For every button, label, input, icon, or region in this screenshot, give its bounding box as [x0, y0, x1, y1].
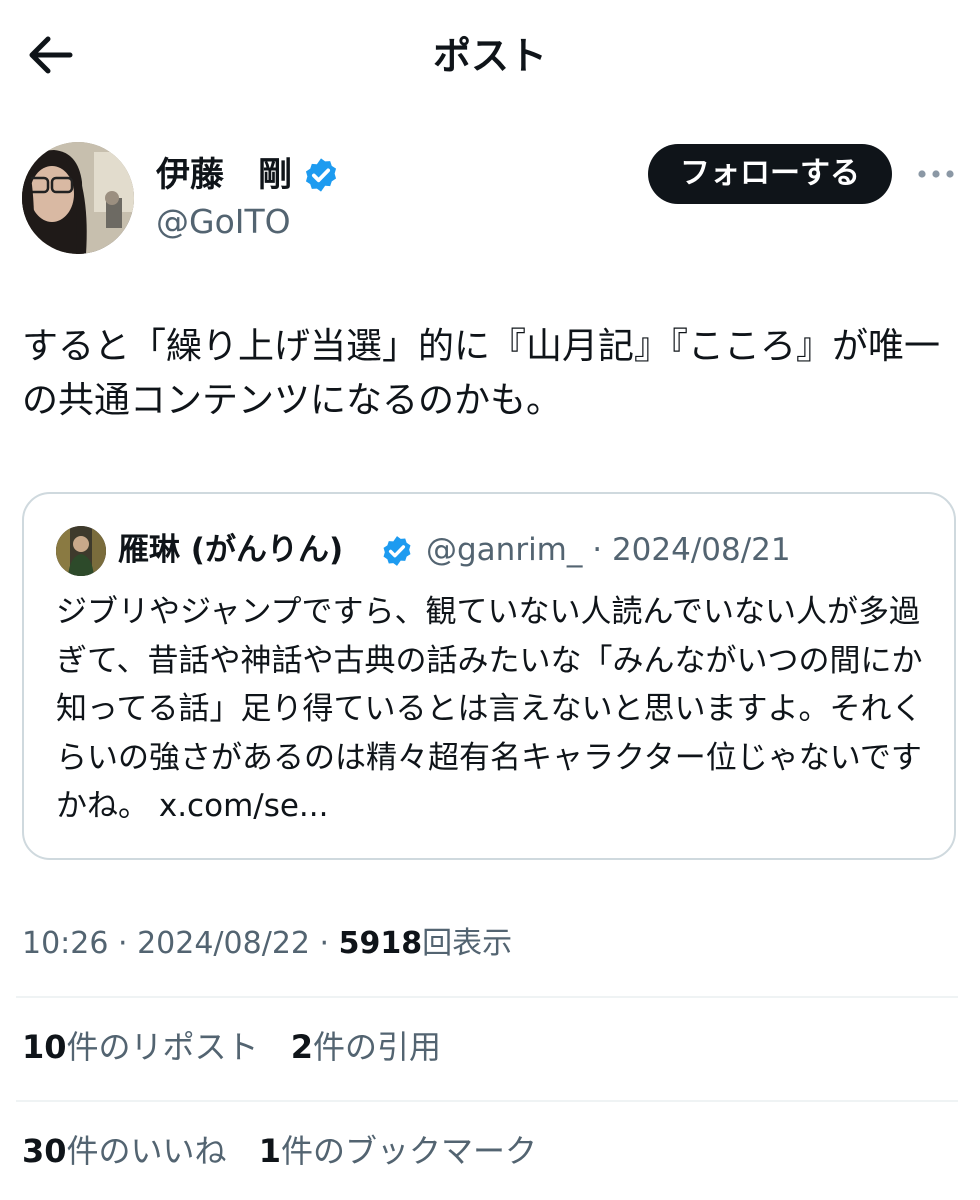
post-metadata: 10:26 · 2024/08/22 · 5918回表示: [22, 922, 512, 966]
quoted-author-avatar: [56, 526, 106, 576]
quoted-post-link[interactable]: x.com/se...: [159, 788, 329, 824]
bookmark-count: 1: [258, 1132, 281, 1170]
view-count: 5918: [338, 926, 423, 961]
quote-count: 2: [290, 1028, 313, 1066]
quote-label: 件の引用: [312, 1028, 441, 1066]
verified-badge-icon: [380, 534, 414, 568]
repost-label: 件のリポスト: [66, 1028, 259, 1066]
bookmarks-stat[interactable]: 1件のブックマーク: [259, 1132, 537, 1170]
divider: [16, 1100, 958, 1102]
author-avatar[interactable]: [22, 142, 134, 254]
view-count-label: 回表示: [422, 926, 513, 961]
reposts-stat[interactable]: 10件のリポスト: [22, 1028, 259, 1066]
more-horizontal-icon: [918, 170, 954, 178]
quoted-post-text: ジブリやジャンプですら、観ていない人読んでいない人が多過ぎて、昔話や神話や古典の…: [56, 588, 936, 831]
follow-button[interactable]: フォローする: [648, 144, 892, 204]
like-count: 30: [22, 1132, 67, 1170]
quoted-post-meta: @ganrim_ · 2024/08/21: [426, 528, 791, 572]
quotes-stat[interactable]: 2件の引用: [291, 1028, 441, 1066]
author-name[interactable]: 伊藤 剛: [156, 152, 292, 198]
likes-stat[interactable]: 30件のいいね: [22, 1132, 227, 1170]
like-label: 件のいいね: [66, 1132, 227, 1170]
divider: [16, 996, 958, 998]
meta-separator: ·: [108, 926, 138, 961]
engagement-stats-row-1: 10件のリポスト 2件の引用: [22, 1024, 463, 1070]
verified-badge-icon: [302, 156, 340, 194]
quoted-post-date: 2024/08/21: [611, 532, 791, 568]
quoted-author-handle: @ganrim_: [426, 532, 583, 568]
post-date: 2024/08/22: [137, 926, 310, 961]
page-title: ポスト: [432, 34, 547, 78]
author-handle[interactable]: @GoITO: [156, 200, 291, 244]
more-options-button[interactable]: [914, 154, 958, 194]
quoted-avatar-image: [56, 526, 106, 576]
avatar-image: [22, 142, 134, 254]
meta-separator: ·: [582, 532, 612, 568]
bookmark-label: 件のブックマーク: [280, 1132, 537, 1170]
post-time: 10:26: [22, 926, 109, 961]
quoted-author-name: 雁琳 (がんりん): [118, 532, 344, 568]
post-text: すると「繰り上げ当選」的に『山月記』『こころ』が唯一の共通コンテンツになるのかも…: [22, 326, 941, 421]
meta-separator: ·: [310, 926, 339, 961]
repost-count: 10: [22, 1028, 67, 1066]
engagement-stats-row-2: 30件のいいね 1件のブックマーク: [22, 1128, 559, 1174]
